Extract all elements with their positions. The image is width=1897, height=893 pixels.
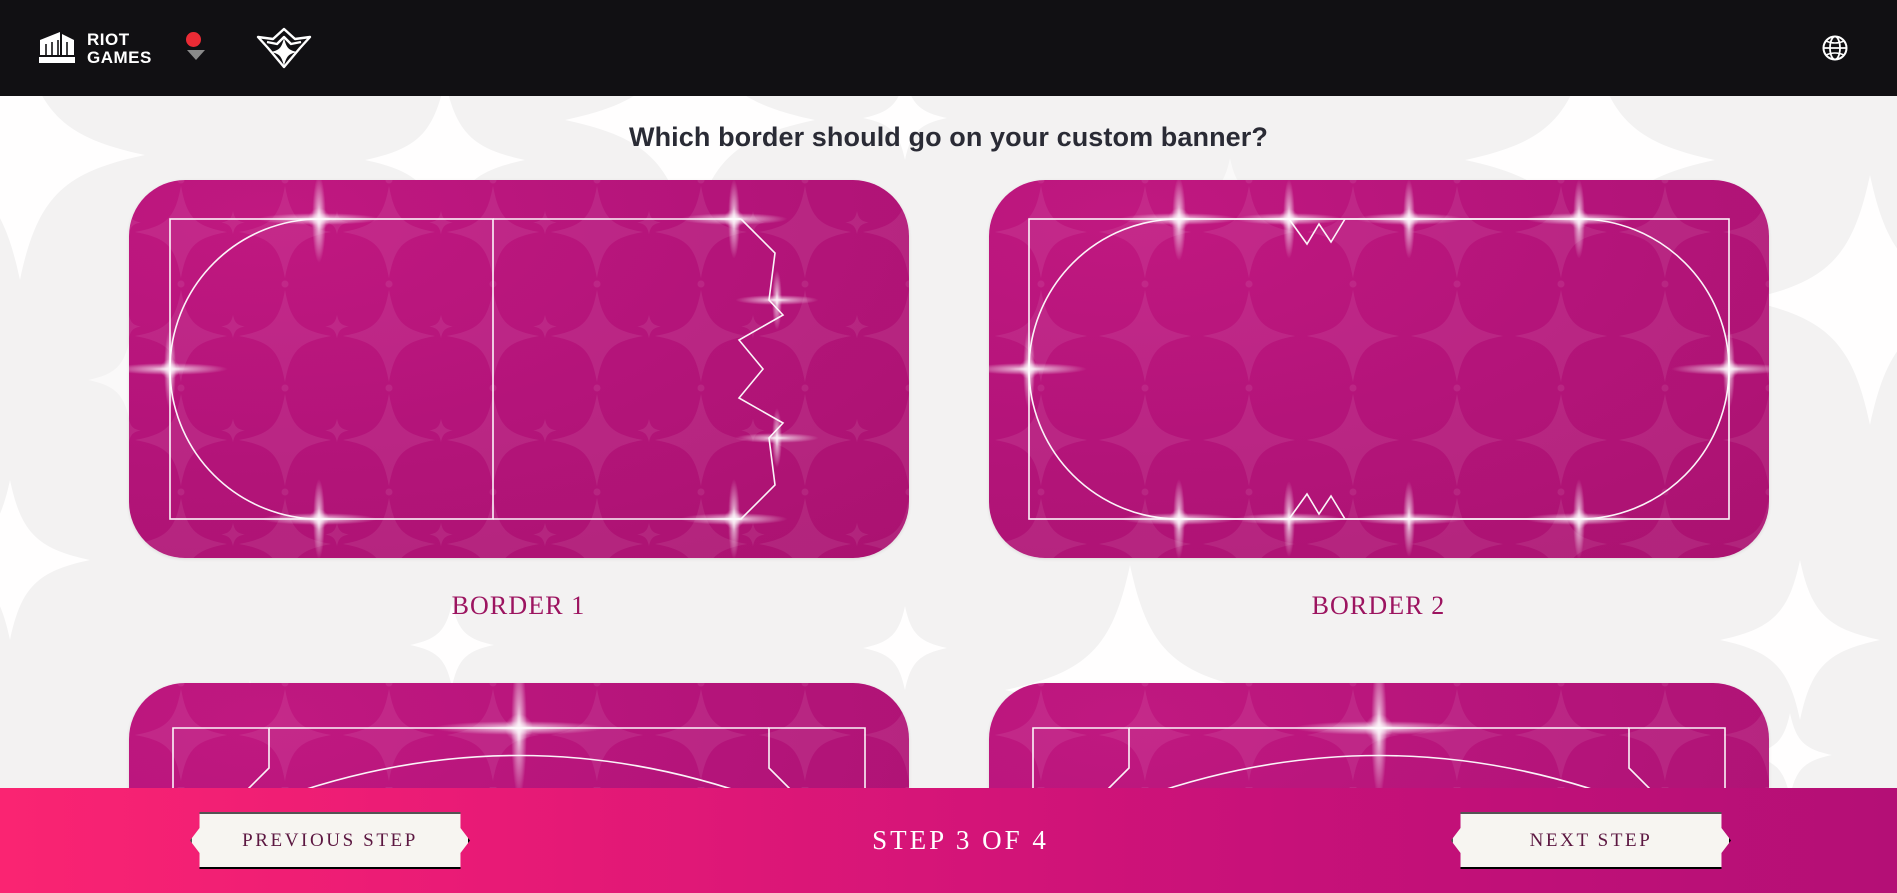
border-option-label: BORDER 2 (1311, 591, 1446, 620)
riot-fist-icon (39, 32, 75, 63)
banner-art-1 (128, 180, 909, 558)
border-option-1[interactable]: BORDER 1 (128, 180, 909, 621)
page-title: Which border should go on your custom ba… (629, 122, 1268, 152)
riot-games-logo[interactable]: RIOT GAMES (36, 28, 205, 68)
border-options-grid: BORDER 1 BORDER 2 (128, 180, 1769, 893)
language-selector-button[interactable] (1813, 26, 1857, 70)
winged-star-emblem-icon (256, 27, 312, 69)
previous-step-button[interactable]: PREVIOUS STEP (190, 812, 470, 869)
game-logo[interactable] (255, 25, 313, 71)
border-option-label: BORDER 1 (451, 591, 586, 620)
cursor-dot-icon (186, 32, 201, 47)
border-option-2[interactable]: BORDER 2 (988, 180, 1769, 621)
cursor-arrow-icon (187, 50, 205, 60)
globe-icon (1822, 35, 1848, 61)
next-step-button[interactable]: NEXT STEP (1451, 812, 1731, 869)
top-navigation-bar: RIOT GAMES (0, 0, 1897, 96)
svg-text:RIOT: RIOT (87, 30, 130, 49)
step-counter: STEP 3 OF 4 (872, 825, 1049, 855)
banner-art-2 (988, 180, 1769, 558)
banner-preview-1[interactable] (128, 180, 909, 558)
banner-preview-2[interactable] (988, 180, 1769, 558)
svg-text:GAMES: GAMES (87, 48, 152, 67)
step-navigation-bar: PREVIOUS STEP STEP 3 OF 4 NEXT STEP (0, 788, 1897, 893)
riot-games-wordmark: RIOT GAMES (87, 30, 152, 67)
banner-builder-page: RIOT GAMES Which border should go on you… (0, 0, 1897, 893)
